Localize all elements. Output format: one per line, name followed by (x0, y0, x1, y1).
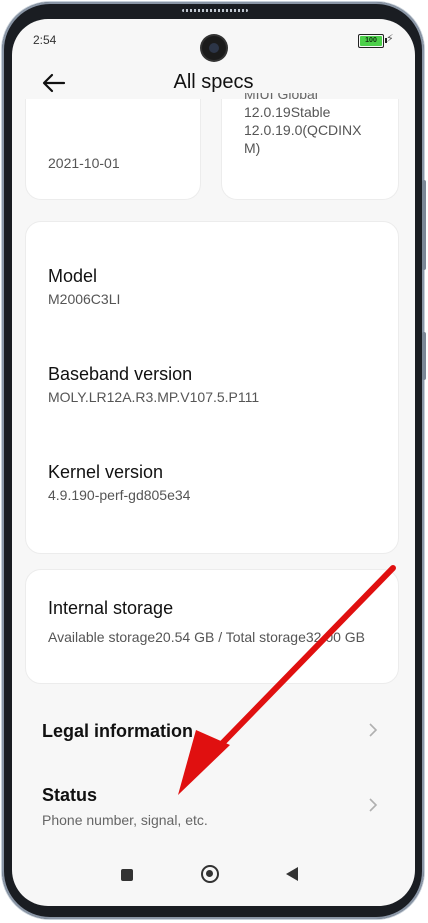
battery-icon: 100 (358, 34, 387, 48)
miui-line-3: 12.0.19.0(QCDINX (244, 122, 362, 138)
page-title: All specs (173, 71, 254, 93)
status-time: 2:54 (33, 33, 57, 47)
miui-line-2: 12.0.19Stable (244, 104, 331, 120)
triangle-back-icon[interactable] (286, 867, 298, 881)
menu-subtitle: Phone number, signal, etc. (42, 812, 208, 828)
power-button (422, 332, 426, 380)
menu-title: Status (42, 785, 98, 805)
navigation-bar (12, 857, 415, 897)
internal-storage-card[interactable]: Internal storage Available storage20.54 … (25, 569, 399, 684)
menu-item-legal-information[interactable]: Legal information (12, 704, 415, 764)
miui-line-1: MIUI Global (244, 93, 318, 102)
volume-button (422, 180, 426, 270)
spec-value: M2006C3LI (48, 291, 121, 307)
storage-value: Available storage20.54 GB / Total storag… (48, 629, 366, 645)
spec-value: 4.9.190-perf-gd805e34 (48, 487, 191, 503)
miui-version-value: MIUI Global 12.0.19Stable 12.0.19.0(QCDI… (244, 93, 384, 157)
storage-title: Internal storage (48, 598, 174, 618)
menu-item-status[interactable]: Status Phone number, signal, etc. (12, 771, 415, 837)
square-icon[interactable] (121, 869, 133, 881)
spec-title: Baseband version (48, 364, 193, 384)
charging-icon: ⚡ (386, 33, 394, 45)
circle-icon[interactable] (201, 865, 219, 883)
screen: 2:54 100 ⚡ All specs 2021-10-01 MIUI Glo… (12, 19, 415, 906)
speaker-grille (182, 9, 248, 12)
chevron-right-icon (368, 722, 378, 743)
miui-version-card: MIUI Global 12.0.19Stable 12.0.19.0(QCDI… (221, 93, 399, 200)
release-date-card: 2021-10-01 (25, 99, 201, 200)
miui-line-4: M) (244, 140, 261, 156)
spec-baseband: Baseband version MOLY.LR12A.R3.MP.V107.5… (48, 364, 259, 405)
chevron-right-icon (368, 797, 378, 818)
front-camera-icon (202, 36, 226, 60)
menu-title: Legal information (42, 721, 194, 741)
spec-title: Model (48, 266, 98, 286)
device-info-card: Model M2006C3LI Baseband version MOLY.LR… (25, 221, 399, 554)
release-date-value: 2021-10-01 (48, 155, 120, 171)
spec-title: Kernel version (48, 462, 164, 482)
battery-level: 100 (360, 36, 382, 46)
status-bar: 2:54 100 ⚡ (12, 19, 415, 60)
spec-model: Model M2006C3LI (48, 266, 120, 307)
spec-value: MOLY.LR12A.R3.MP.V107.5.P111 (48, 389, 260, 405)
spec-kernel: Kernel version 4.9.190-perf-gd805e34 (48, 462, 190, 503)
phone-frame: 2:54 100 ⚡ All specs 2021-10-01 MIUI Glo… (2, 2, 426, 919)
